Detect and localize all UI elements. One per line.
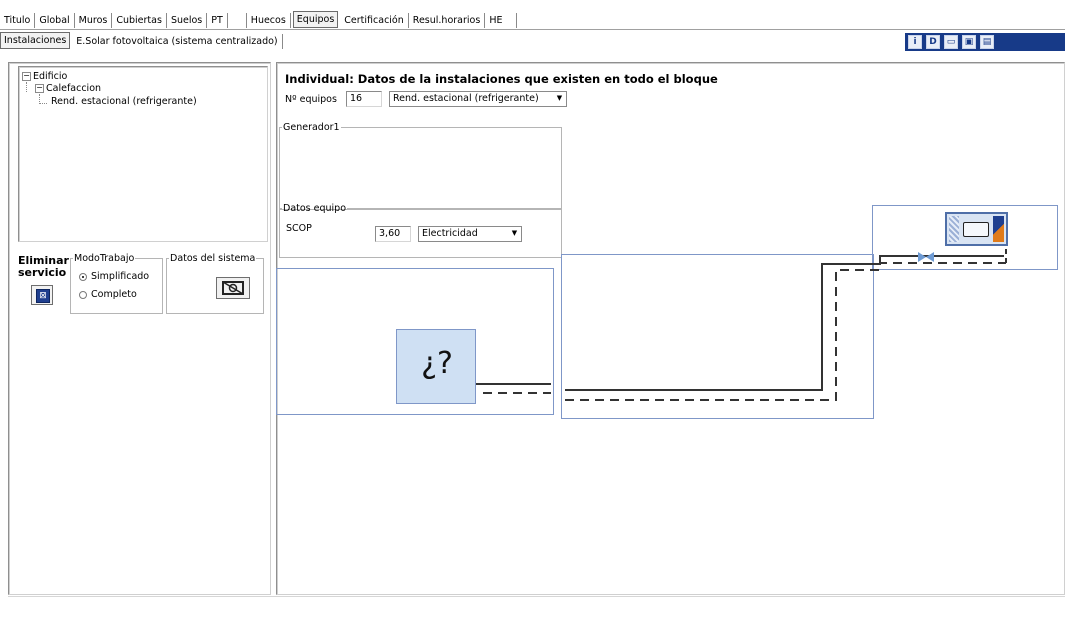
installation-tree[interactable]: − Edificio − Calefaccion Rend. estacional … xyxy=(18,66,268,242)
system-data-legend: Datos del sistema xyxy=(170,253,256,264)
collapse-icon[interactable]: − xyxy=(22,72,31,81)
generator-legend: Generador1 xyxy=(283,122,340,133)
diagram-distribution-box[interactable] xyxy=(561,254,874,419)
tree-label-edificio: Edificio xyxy=(33,71,68,82)
unit-fan xyxy=(963,222,989,237)
tree-node-edificio[interactable]: − Edificio xyxy=(22,71,67,83)
tab-suelos[interactable]: Suelos xyxy=(167,13,208,28)
work-mode-legend: ModoTrabajo xyxy=(74,253,135,264)
delete-service-label: Eliminar servicio xyxy=(18,254,69,279)
tab-pt[interactable]: PT xyxy=(207,13,228,28)
collapse-icon[interactable]: − xyxy=(35,84,44,93)
generator-group: Generador1 xyxy=(279,122,562,210)
tab-huecos[interactable]: Huecos xyxy=(245,13,291,28)
tree-connector xyxy=(26,82,27,92)
chevron-down-icon[interactable]: ▼ xyxy=(554,93,565,104)
work-mode-group: ModoTrabajo xyxy=(70,253,163,314)
main-tab-strip: Titulo Global Muros Cubiertas Suelos PT … xyxy=(0,10,518,28)
sub-tab-strip: Instalaciones E.Solar fotovoltaica (sist… xyxy=(0,31,283,49)
tree-connector xyxy=(39,94,47,104)
tab-instalaciones[interactable]: Instalaciones xyxy=(0,32,71,49)
system-data-button[interactable] xyxy=(216,277,250,299)
terminal-unit-icon[interactable] xyxy=(945,212,1008,246)
system-data-icon xyxy=(222,281,244,295)
tree-label-rend-estacional: Rend. estacional (refrigerante) xyxy=(51,96,197,107)
equipment-type-select[interactable]: Rend. estacional (refrigerante) ▼ xyxy=(389,91,567,107)
tab-strip-divider xyxy=(0,29,1065,30)
radio-button[interactable] xyxy=(79,290,87,299)
tab-titulo[interactable]: Titulo xyxy=(0,13,36,28)
tab-global[interactable]: Global xyxy=(35,13,75,28)
radio-simplified[interactable]: Simplificado xyxy=(79,271,149,282)
tab-resul-horarios[interactable]: Resul.horarios xyxy=(409,13,486,28)
tab-equipos[interactable]: Equipos xyxy=(292,11,339,28)
chevron-down-icon[interactable]: ▼ xyxy=(509,228,520,239)
tab-cubiertas[interactable]: Cubiertas xyxy=(112,13,167,28)
tab-muros[interactable]: Muros xyxy=(75,13,113,28)
scop-input[interactable]: 3,60 xyxy=(375,226,411,242)
page-title: Individual: Datos de la instalaciones qu… xyxy=(285,72,718,86)
n-equipos-label: Nº equipos xyxy=(285,94,337,105)
tab-certificacion[interactable]: Certificación xyxy=(340,13,409,28)
toolbar: i D ▭ ▣ ▤ xyxy=(905,33,1065,51)
tab-he[interactable]: HE xyxy=(485,13,518,28)
equipment-data-legend: Datos equipo xyxy=(283,203,347,214)
unknown-source-label: ¿? xyxy=(421,346,453,381)
save-icon[interactable]: ▣ xyxy=(962,35,976,49)
energy-source-select[interactable]: Electricidad ▼ xyxy=(418,226,522,242)
radio-complete[interactable]: Completo xyxy=(79,289,137,300)
info-icon[interactable]: i xyxy=(908,35,922,49)
unit-accent xyxy=(993,216,1004,242)
radio-button[interactable] xyxy=(79,272,87,281)
open-folder-icon[interactable]: ▭ xyxy=(944,35,958,49)
bottom-divider xyxy=(8,596,1065,597)
unknown-source-block[interactable]: ¿? xyxy=(396,329,476,404)
delete-service-button[interactable]: ⊠ xyxy=(31,285,53,305)
n-equipos-input[interactable]: 16 xyxy=(346,91,382,107)
delete-icon: ⊠ xyxy=(36,289,50,303)
scop-label: SCOP xyxy=(286,223,312,234)
unit-grille xyxy=(949,216,959,242)
document-icon[interactable]: D xyxy=(926,35,940,49)
tree-node-rend-estacional[interactable]: Rend. estacional (refrigerante) xyxy=(51,96,197,108)
tree-label-calefaccion: Calefaccion xyxy=(46,83,102,94)
copy-icon[interactable]: ▤ xyxy=(980,35,994,49)
tab-solar-fotovoltaica[interactable]: E.Solar fotovoltaica (sistema centraliza… xyxy=(72,34,283,49)
